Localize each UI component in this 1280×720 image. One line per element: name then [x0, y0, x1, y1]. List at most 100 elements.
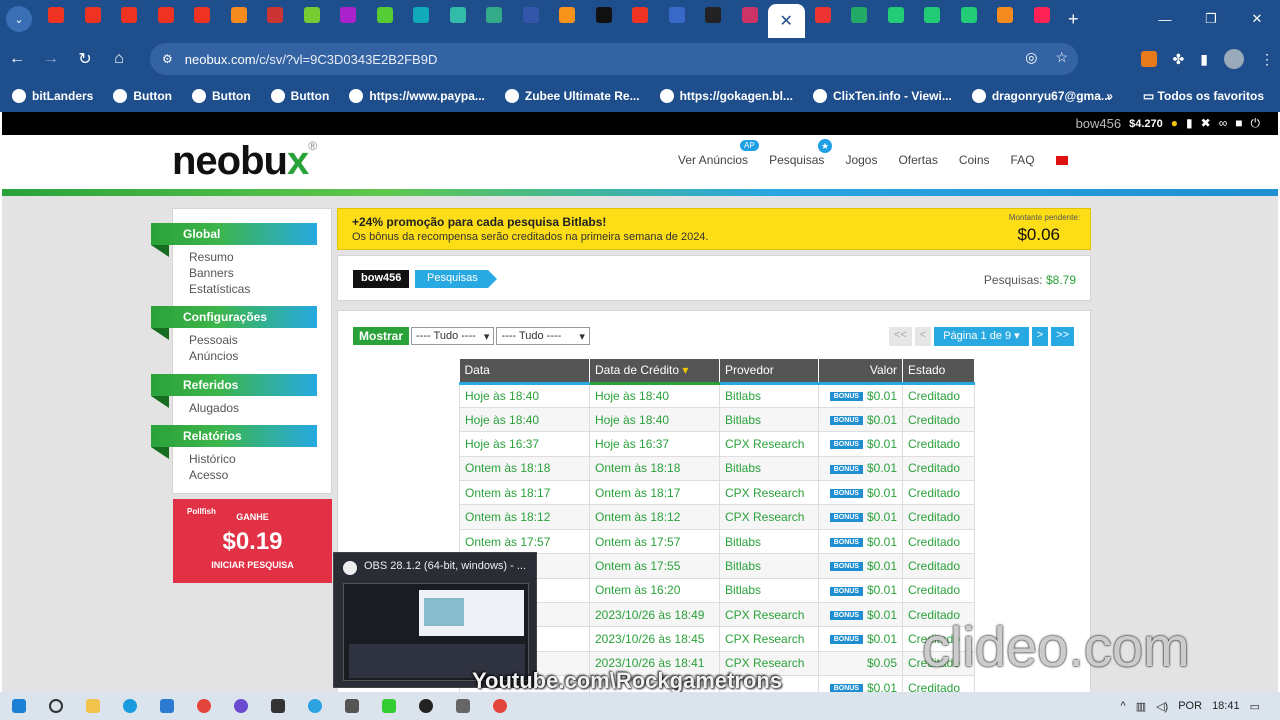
sidepanel-icon[interactable]: ▮	[1200, 51, 1208, 68]
page-select[interactable]: Página 1 de 9 ▾	[934, 327, 1029, 346]
taskbar-telegram[interactable]	[296, 699, 333, 713]
browser-tab[interactable]	[440, 0, 477, 30]
first-page-button[interactable]: <<	[888, 327, 912, 346]
browser-tab[interactable]	[841, 0, 878, 30]
browser-tab[interactable]	[367, 0, 404, 30]
taskbar-app[interactable]	[222, 699, 259, 713]
browser-tab[interactable]	[878, 0, 915, 30]
col-status[interactable]: Estado	[902, 359, 975, 385]
nav-games[interactable]: Jogos	[845, 153, 877, 167]
nav-faq[interactable]: FAQ	[1011, 153, 1035, 167]
star-icon[interactable]: ☆	[1055, 49, 1068, 66]
filter-select-1[interactable]: ---- Tudo ---- ▾	[411, 327, 495, 345]
bookmark-item[interactable]: dragonryu67@gma...	[971, 89, 1111, 103]
filter-select-2[interactable]: ---- Tudo ---- ▾	[496, 327, 590, 345]
col-credit-date[interactable]: Data de Crédito ▾	[589, 359, 720, 385]
browser-tab[interactable]	[659, 0, 696, 30]
bookmark-item[interactable]: https://www.paypa...	[349, 89, 485, 103]
taskbar-edge[interactable]	[111, 699, 148, 713]
forward-button[interactable]: →	[34, 50, 68, 68]
bookmarks-more-button[interactable]: »	[1106, 89, 1113, 103]
profile-avatar[interactable]	[1224, 49, 1244, 69]
menu-icon[interactable]: ⋮	[1260, 51, 1274, 68]
pollfish-banner[interactable]: Pollfish GANHE $0.19 INICIAR PESQUISA	[173, 499, 332, 583]
puzzle-icon[interactable]: ✤	[1173, 51, 1185, 68]
home-button[interactable]: ⌂	[102, 50, 136, 68]
obs-preview-thumbnail[interactable]	[343, 583, 529, 681]
site-info-icon[interactable]: ⚙	[162, 52, 173, 66]
neobux-logo[interactable]: neobux®	[172, 139, 317, 184]
search-button[interactable]	[37, 699, 74, 713]
link-icon[interactable]: ∞	[1219, 116, 1228, 131]
browser-tab[interactable]	[75, 0, 112, 30]
tools-icon[interactable]: ✖	[1201, 116, 1211, 131]
browser-tab[interactable]	[257, 0, 294, 30]
sidebar-item-anuncios[interactable]: Anúncios	[189, 348, 238, 364]
sidebar-item-pessoais[interactable]: Pessoais	[189, 332, 238, 348]
reload-button[interactable]: ↻	[68, 49, 102, 69]
close-window-button[interactable]: ✕	[1234, 11, 1280, 27]
username[interactable]: bow456	[1076, 116, 1122, 131]
clock[interactable]: 18:41	[1212, 700, 1240, 712]
col-date[interactable]: Data	[459, 359, 590, 385]
browser-tab[interactable]	[294, 0, 331, 30]
browser-tab[interactable]	[148, 0, 185, 30]
browser-tab[interactable]	[184, 0, 221, 30]
browser-tab[interactable]	[987, 0, 1024, 30]
browser-tab[interactable]	[111, 0, 148, 30]
taskbar-explorer[interactable]	[74, 699, 111, 713]
sidebar-item-historico[interactable]: Histórico	[189, 451, 236, 467]
address-bar[interactable]: ⚙ neobux.com/c/sv/?vl=9C3D0343E2B2FB9D ◎…	[150, 43, 1078, 75]
browser-tab[interactable]	[695, 0, 732, 30]
nav-surveys[interactable]: Pesquisas ★	[769, 139, 833, 167]
show-button[interactable]: Mostrar	[353, 327, 410, 345]
restore-button[interactable]: ❐	[1188, 11, 1234, 27]
bookmark-item[interactable]: ClixTen.info - Viewi...	[812, 89, 952, 103]
browser-tab[interactable]	[221, 0, 258, 30]
taskbar-chrome-1[interactable]	[185, 699, 222, 713]
new-tab-button[interactable]: +	[1068, 9, 1079, 30]
language-indicator[interactable]: POR	[1178, 700, 1202, 712]
all-bookmarks-button[interactable]: ▭ Todos os favoritos	[1143, 89, 1264, 103]
bookmark-item[interactable]: https://gokagen.bl...	[659, 89, 793, 103]
sidebar-item-alugados[interactable]: Alugados	[189, 400, 239, 416]
col-value[interactable]: Valor	[818, 359, 903, 385]
col-provider[interactable]: Provedor	[719, 359, 819, 385]
taskbar-mail[interactable]	[148, 699, 185, 713]
sidebar-item-resumo[interactable]: Resumo	[189, 249, 250, 265]
browser-tab[interactable]	[805, 0, 842, 30]
breadcrumb-user[interactable]: bow456	[353, 270, 410, 288]
volume-icon[interactable]: ◁)	[1156, 700, 1168, 713]
language-flag-icon[interactable]	[1055, 156, 1068, 165]
network-icon[interactable]: ▥	[1136, 700, 1146, 713]
browser-tab[interactable]	[38, 0, 75, 30]
taskbar-obs[interactable]	[407, 699, 444, 713]
bookmark-item[interactable]: Button	[192, 89, 251, 103]
minimize-button[interactable]: —	[1142, 12, 1188, 27]
browser-tab[interactable]: ✕	[768, 4, 805, 38]
notifications-icon[interactable]: ▭	[1250, 700, 1260, 713]
browser-tab[interactable]	[1024, 0, 1061, 30]
power-icon[interactable]: ⏻	[1251, 116, 1261, 131]
prev-page-button[interactable]: <	[914, 327, 932, 346]
bookmark-item[interactable]: bitLanders	[12, 89, 93, 103]
nav-coins[interactable]: Coins	[959, 153, 990, 167]
taskbar-app[interactable]	[370, 699, 407, 713]
nav-view-ads[interactable]: Ver Anúncios AP	[678, 140, 759, 167]
pollfish-start-button[interactable]: INICIAR PESQUISA	[173, 560, 332, 570]
eye-off-icon[interactable]: ◎	[1025, 49, 1037, 66]
fox-extension-icon[interactable]	[1140, 51, 1157, 67]
sidebar-item-banners[interactable]: Banners	[189, 265, 250, 281]
browser-tab[interactable]	[586, 0, 623, 30]
browser-tab[interactable]	[914, 0, 951, 30]
browser-tab[interactable]	[549, 0, 586, 30]
sidebar-item-estatisticas[interactable]: Estatísticas	[189, 281, 250, 297]
chevron-up-icon[interactable]: ^	[1121, 700, 1126, 712]
bookmark-item[interactable]: Zubee Ultimate Re...	[504, 89, 640, 103]
browser-tab[interactable]	[622, 0, 659, 30]
nav-offers[interactable]: Ofertas	[898, 153, 937, 167]
taskbar-app[interactable]	[259, 699, 296, 713]
browser-tab[interactable]	[732, 0, 769, 30]
bookmark-item[interactable]: Button	[270, 89, 329, 103]
browser-tab[interactable]	[476, 0, 513, 30]
